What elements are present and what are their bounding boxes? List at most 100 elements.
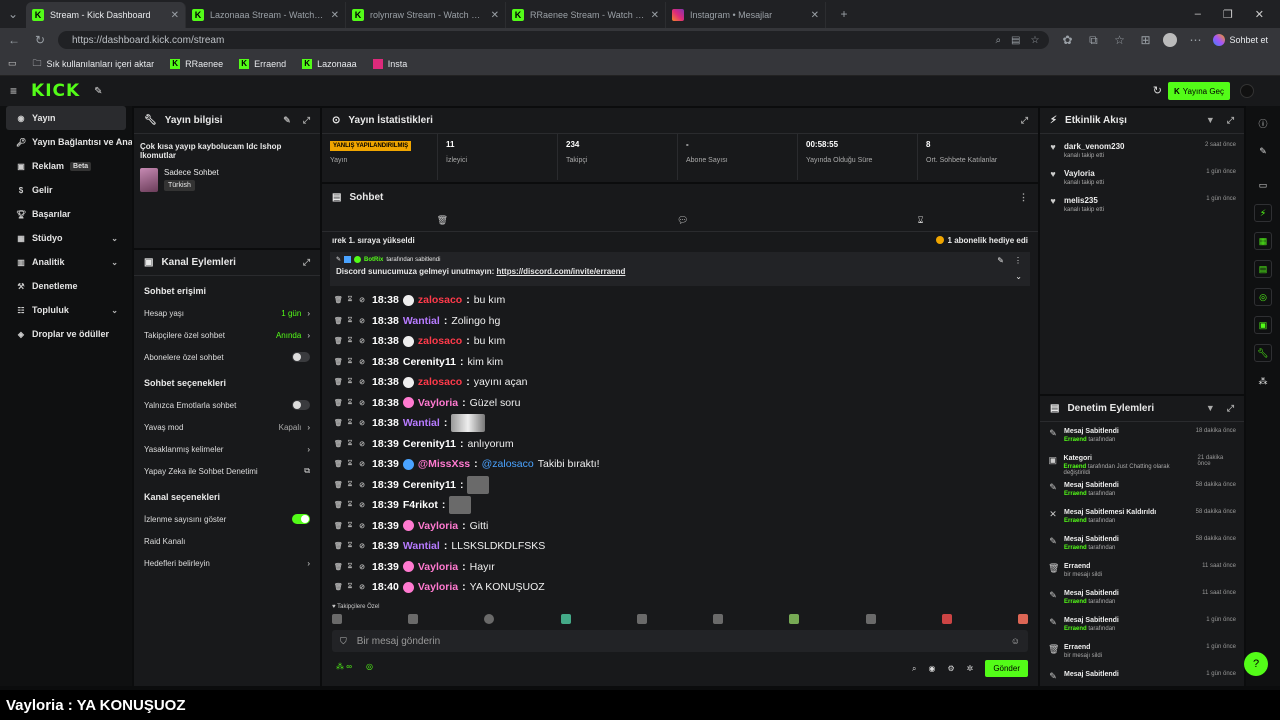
chat-message[interactable]: 🗑︎ ⌛︎ ⊘ 18:40 Vayloria: YA KONUŞUOZ [322,577,1038,598]
emote[interactable] [941,614,952,624]
emoji-icon[interactable]: ☺ [1011,636,1020,646]
sidebar-item[interactable]: $ Gelir [0,178,132,202]
delete-message-icon[interactable]: 🗑︎ [334,563,343,571]
chat-username[interactable]: Cerenity11 [403,438,456,450]
collections-icon[interactable]: ⊞ [1137,33,1153,47]
chat-input[interactable]: ⛉ Bir mesaj gönderin ☺ [332,630,1028,652]
show-viewers-toggle[interactable] [292,514,310,524]
browser-tab[interactable]: Instagram • Mesajlar ✕ [666,2,826,28]
chat-message[interactable]: 🗑︎ ⌛︎ ⊘ 18:38 Vayloria: Güzel soru [322,393,1038,414]
delete-message-icon[interactable]: 🗑︎ [334,337,343,345]
bookmark-insta[interactable]: Insta [372,58,407,69]
close-tab-icon[interactable]: ✕ [651,10,659,21]
chat-message[interactable]: 🗑︎ ⌛︎ ⊘ 18:38 zalosaco: bu kım [322,331,1038,352]
chevron-down-icon[interactable]: ⌄ [1015,272,1022,281]
chat-username[interactable]: @MissXss [418,458,470,470]
raid-row[interactable]: Raid Kanalı [134,530,320,552]
sidebar-item[interactable]: ◉ Yayın [6,106,126,130]
more-icon[interactable]: ⋯ [1187,33,1203,47]
browser-tab[interactable]: K RRaenee Stream - Watch Live on ✕ [506,2,666,28]
chevron-down-icon[interactable]: ⌄ [111,258,118,267]
more-vertical-icon[interactable]: ⋮ [1014,256,1022,265]
moderation-actor[interactable]: Erraend [1064,626,1087,632]
banned-words-row[interactable]: Yasaklanmış kelimeler › [134,438,320,460]
slow-mode-row[interactable]: Yavaş mod Kapalı › [134,416,320,438]
wrench-icon[interactable]: 🔧︎ [1254,344,1272,362]
sidebar-item[interactable]: ▣ Reklam Beta [0,154,132,178]
sidebar-item[interactable]: ◈ Droplar ve ödüller [0,322,132,346]
activity-user[interactable]: melis235 [1064,196,1104,205]
new-tab-button[interactable]: + [836,7,852,21]
layout-icon[interactable]: ▭ [1254,176,1272,194]
bookmark-erraend[interactable]: K Erraend [239,58,286,69]
search-icon[interactable]: ⌕ [912,664,916,674]
kick-logo[interactable]: KICK [31,81,80,101]
edit-icon[interactable]: ✎ [1254,142,1272,160]
delete-message-icon[interactable]: 🗑︎ [334,542,343,550]
delete-message-icon[interactable]: 🗑︎ [334,440,343,448]
sidebar-item[interactable]: 🏆︎ Başarılar [0,202,132,226]
unpin-icon[interactable]: ✎ [997,256,1004,265]
ban-icon[interactable]: ⊘ [358,399,366,407]
more-vertical-icon[interactable]: ⋮ [1019,192,1028,203]
chat-message[interactable]: 🗑︎ ⌛︎ ⊘ 18:39 Vayloria: Hayır [322,557,1038,578]
chat-username[interactable]: Vayloria [418,520,458,532]
hourglass-icon[interactable]: ⌛︎ [918,215,924,226]
timeout-icon[interactable]: ⌛︎ [346,583,354,591]
chat-username[interactable]: Cerenity11 [403,479,456,491]
expand-icon[interactable]: ⤢ [1227,115,1234,126]
timeout-icon[interactable]: ⌛︎ [346,481,354,489]
ban-icon[interactable]: ⊘ [358,358,366,366]
moderation-actor[interactable]: Erraend [1064,599,1087,605]
delete-message-icon[interactable]: 🗑︎ [334,419,343,427]
timeout-icon[interactable]: ⌛︎ [346,378,354,386]
follower-chat-row[interactable]: Takipçilere özel sohbet Anında › [134,324,320,346]
ban-icon[interactable]: ⊘ [358,542,366,550]
chevron-down-icon[interactable]: ⌄ [111,306,118,315]
emote[interactable] [484,614,495,624]
refresh-icon[interactable]: ↻ [1153,84,1162,97]
chat-username[interactable]: F4rikot [403,499,438,511]
bookmark-rraenee[interactable]: K RRaenee [170,58,223,69]
close-tab-icon[interactable]: ✕ [171,10,179,21]
zoom-icon[interactable]: ⌕ [995,35,1001,46]
tab-list-icon[interactable]: ⌄ [0,7,26,21]
chat-username[interactable]: Wantial [403,540,440,552]
chat-icon[interactable]: ◉ [928,664,935,673]
bolt-icon[interactable]: ⚡︎ [1254,204,1272,222]
chat-message[interactable]: 🗑︎ ⌛︎ ⊘ 18:38 zalosaco: bu kım [322,290,1038,311]
chat-username[interactable]: zalosaco [418,294,462,306]
delete-message-icon[interactable]: 🗑︎ [334,522,343,530]
ban-icon[interactable]: ⊘ [358,583,366,591]
sidebar-item[interactable]: ▦ Stüdyo ⌄ [0,226,132,250]
bookmark-lazonaaa[interactable]: K Lazonaaa [302,58,357,69]
timeout-icon[interactable]: ⌛︎ [346,522,354,530]
moderation-actor[interactable]: Erraend [1064,491,1087,497]
browser-tab[interactable]: K Stream - Kick Dashboard ✕ [26,2,186,28]
url-field[interactable]: https://dashboard.kick.com/stream ⌕ ▤ ☆ [58,31,1050,49]
sidebar-item[interactable]: ⚒ Denetleme [0,274,132,298]
emote[interactable] [332,614,342,624]
chat-username[interactable]: zalosaco [418,335,462,347]
close-tab-icon[interactable]: ✕ [491,10,499,21]
menu-icon[interactable]: ≡ [10,84,17,98]
activity-user[interactable]: dark_venom230 [1064,142,1124,151]
reload-icon[interactable]: ↻ [32,33,48,47]
timeout-icon[interactable]: ⌛︎ [346,317,354,325]
timeout-icon[interactable]: ⌛︎ [346,440,354,448]
emote[interactable] [408,614,419,624]
emote[interactable] [1017,614,1028,624]
ban-icon[interactable]: ⊘ [358,563,366,571]
pin-icon[interactable]: ✎ [94,86,102,97]
favorite-icon[interactable]: ☆ [1031,35,1040,46]
delete-message-icon[interactable]: 🗑︎ [334,399,343,407]
timeout-icon[interactable]: ⌛︎ [346,563,354,571]
chat-message[interactable]: 🗑︎ ⌛︎ ⊘ 18:38 Wantial: Zolingo hg [322,311,1038,332]
edit-icon[interactable]: ✎ [283,115,291,126]
chat-username[interactable]: zalosaco [418,376,462,388]
delete-message-icon[interactable]: 🗑︎ [334,378,343,386]
copilot-button[interactable]: Sohbet et [1213,34,1274,46]
emote[interactable] [713,614,724,624]
chat-message[interactable]: 🗑︎ ⌛︎ ⊘ 18:38 Cerenity11: kim kim [322,352,1038,373]
more-icon[interactable]: ⁂ [1254,372,1272,390]
